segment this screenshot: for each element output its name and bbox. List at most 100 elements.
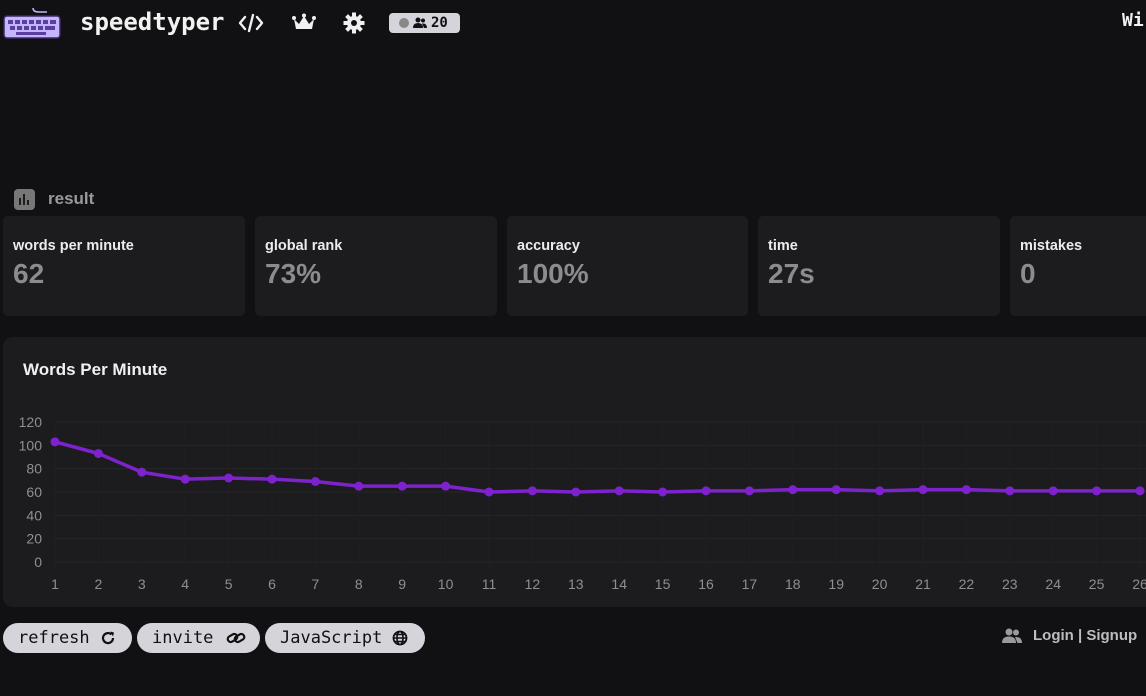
result-heading: result [14, 187, 94, 211]
online-count: 20 [431, 15, 448, 31]
x-tick-label: 15 [655, 576, 671, 592]
x-tick-label: 12 [525, 576, 541, 592]
x-tick-label: 20 [872, 576, 888, 592]
stat-title: time [768, 238, 798, 254]
login-label: Login | Signup [1033, 627, 1138, 644]
y-tick-label: 100 [19, 437, 43, 453]
wpm-data-point [1005, 486, 1015, 496]
y-tick-label: 120 [19, 414, 43, 430]
wpm-data-point [50, 437, 60, 447]
wpm-data-point [961, 485, 971, 495]
x-tick-label: 18 [785, 576, 801, 592]
top-bar: speedtyper 20 Wi [0, 0, 1146, 46]
x-tick-label: 25 [1089, 576, 1105, 592]
y-tick-label: 40 [26, 507, 42, 523]
wpm-data-point [93, 449, 103, 458]
x-tick-label: 13 [568, 576, 584, 592]
wpm-data-point [1048, 486, 1058, 496]
wpm-data-point [614, 486, 624, 496]
online-users-badge[interactable]: 20 [389, 13, 460, 33]
login-signup-link[interactable]: Login | Signup [1002, 627, 1137, 644]
wpm-data-point [1092, 486, 1102, 496]
x-tick-label: 24 [1045, 576, 1061, 592]
x-tick-label: 19 [828, 576, 844, 592]
stat-title: mistakes [1020, 238, 1083, 254]
x-tick-label: 11 [482, 576, 497, 592]
stat-value: 100% [517, 258, 589, 289]
wpm-data-point [571, 487, 581, 497]
wpm-series-line [54, 440, 1140, 494]
wpm-data-point [137, 467, 147, 477]
stat-card-mistakes: mistakes 0 [1010, 216, 1146, 316]
wpm-data-point [397, 481, 407, 491]
stat-card-wpm: words per minute 62 [3, 216, 245, 316]
wpm-data-point [658, 487, 668, 497]
globe-icon [392, 630, 408, 646]
invite-label: invite [152, 628, 214, 648]
x-tick-label: 21 [915, 576, 931, 592]
x-tick-label: 2 [95, 576, 103, 592]
stat-value: 0 [1020, 258, 1036, 289]
y-tick-label: 0 [34, 554, 42, 570]
bar-chart-icon [14, 188, 35, 210]
wpm-data-point [527, 486, 537, 496]
gear-icon[interactable] [341, 11, 367, 35]
x-tick-label: 3 [138, 576, 146, 592]
x-tick-label: 8 [355, 576, 363, 592]
stat-card-global-rank: global rank 73% [255, 216, 497, 316]
wpm-data-point [744, 486, 754, 496]
language-button[interactable]: JavaScript [265, 623, 425, 653]
x-tick-label: 26 [1132, 576, 1146, 592]
stat-card-accuracy: accuracy 100% [507, 216, 748, 316]
result-label: result [48, 189, 95, 208]
wpm-data-point [354, 481, 364, 491]
chart-title: Words Per Minute [23, 360, 168, 379]
stat-title: global rank [265, 238, 343, 254]
y-tick-label: 60 [26, 484, 42, 500]
stat-value: 73% [265, 258, 322, 289]
app-name[interactable]: speedtyper [80, 8, 225, 36]
wpm-line-chart: 0204060801001201 2 3 4 5 6 7 8 9 10 11 12 13 14 15 16 17… [19, 414, 1146, 592]
x-tick-label: 7 [312, 576, 320, 592]
stat-value: 62 [13, 258, 45, 289]
refresh-button[interactable]: refresh [3, 623, 132, 653]
wpm-data-point [224, 473, 234, 483]
wpm-data-point [831, 485, 841, 495]
x-tick-label: 22 [959, 576, 975, 592]
x-tick-label: 4 [181, 576, 189, 592]
crown-icon[interactable] [291, 11, 317, 35]
wpm-data-point [310, 477, 320, 486]
x-tick-label: 5 [225, 576, 233, 592]
link-icon [226, 630, 246, 646]
x-tick-label: 9 [398, 576, 406, 592]
wpm-data-point [267, 474, 277, 484]
wpm-data-point [918, 485, 928, 495]
keyboard-logo-icon[interactable] [3, 6, 61, 40]
y-tick-label: 20 [26, 531, 42, 547]
wpm-data-point [180, 474, 190, 484]
wpm-data-point [701, 486, 711, 496]
x-tick-label: 14 [611, 576, 627, 592]
invite-button[interactable]: invite [137, 623, 260, 653]
refresh-label: refresh [18, 628, 90, 648]
x-tick-label: 17 [742, 576, 758, 592]
stat-value: 27s [768, 258, 815, 289]
refresh-icon [100, 630, 116, 646]
wpm-data-point [441, 481, 451, 491]
x-tick-label: 23 [1002, 576, 1018, 592]
x-tick-label: 6 [268, 576, 276, 592]
stat-card-time: time 27s [758, 216, 1000, 316]
status-dot [399, 18, 409, 28]
stat-title: words per minute [13, 238, 134, 254]
users-icon [1002, 628, 1022, 644]
wpm-data-point [788, 485, 798, 495]
x-tick-label: 16 [698, 576, 714, 592]
top-right-text[interactable]: Wi [1122, 10, 1144, 31]
y-tick-label: 80 [26, 461, 42, 477]
language-label: JavaScript [280, 628, 383, 648]
users-icon [413, 17, 427, 28]
x-tick-label: 1 [51, 576, 59, 592]
wpm-data-point [484, 487, 494, 497]
code-icon[interactable] [238, 11, 264, 35]
stat-title: accuracy [517, 238, 580, 254]
